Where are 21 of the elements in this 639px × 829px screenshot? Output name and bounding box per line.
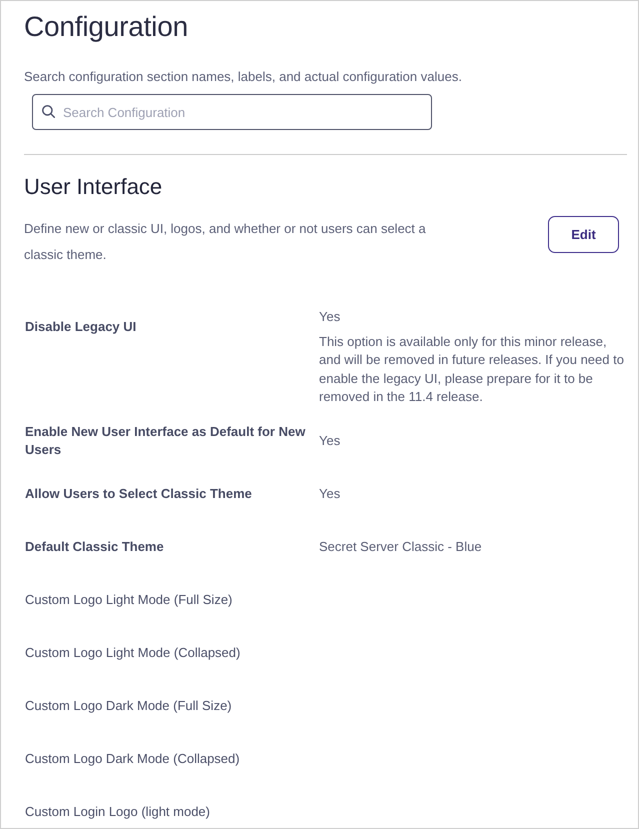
search-description: Search configuration section names, labels, and actual configuration values. (24, 68, 463, 86)
setting-label: Enable New User Interface as Default for New Users (24, 422, 306, 459)
setting-label: Custom Logo Light Mode (Collapsed) (24, 644, 242, 662)
setting-label: Custom Logo Dark Mode (Full Size) (24, 696, 233, 715)
setting-label: Default Classic Theme (24, 538, 165, 556)
setting-label: Allow Users to Select Classic Theme (24, 484, 253, 503)
setting-value: Secret Server Classic - Blue (319, 538, 483, 556)
setting-value: Yes (319, 308, 342, 326)
search-icon (42, 105, 55, 118)
edit-button[interactable]: Edit (548, 216, 619, 253)
section-title: User Interface (24, 173, 164, 201)
setting-label: Disable Legacy UI (24, 318, 138, 336)
setting-note: This option is available only for this minor release, and will be removed in future releases. If you need to enable the legacy UI, please prepare for it to be removed in the 11.4 release. (319, 333, 625, 406)
page-title: Configuration (24, 10, 189, 44)
setting-label: Custom Logo Dark Mode (Collapsed) (24, 750, 241, 768)
setting-value: Yes (319, 484, 342, 503)
setting-value: Yes (319, 432, 342, 450)
section-description: Define new or classic UI, logos, and whether or not users can select a classic theme. (24, 220, 427, 264)
setting-label: Custom Logo Light Mode (Full Size) (24, 590, 234, 609)
setting-label: Custom Login Logo (light mode) (24, 802, 211, 821)
search-field[interactable]: Search Configuration (32, 94, 432, 130)
